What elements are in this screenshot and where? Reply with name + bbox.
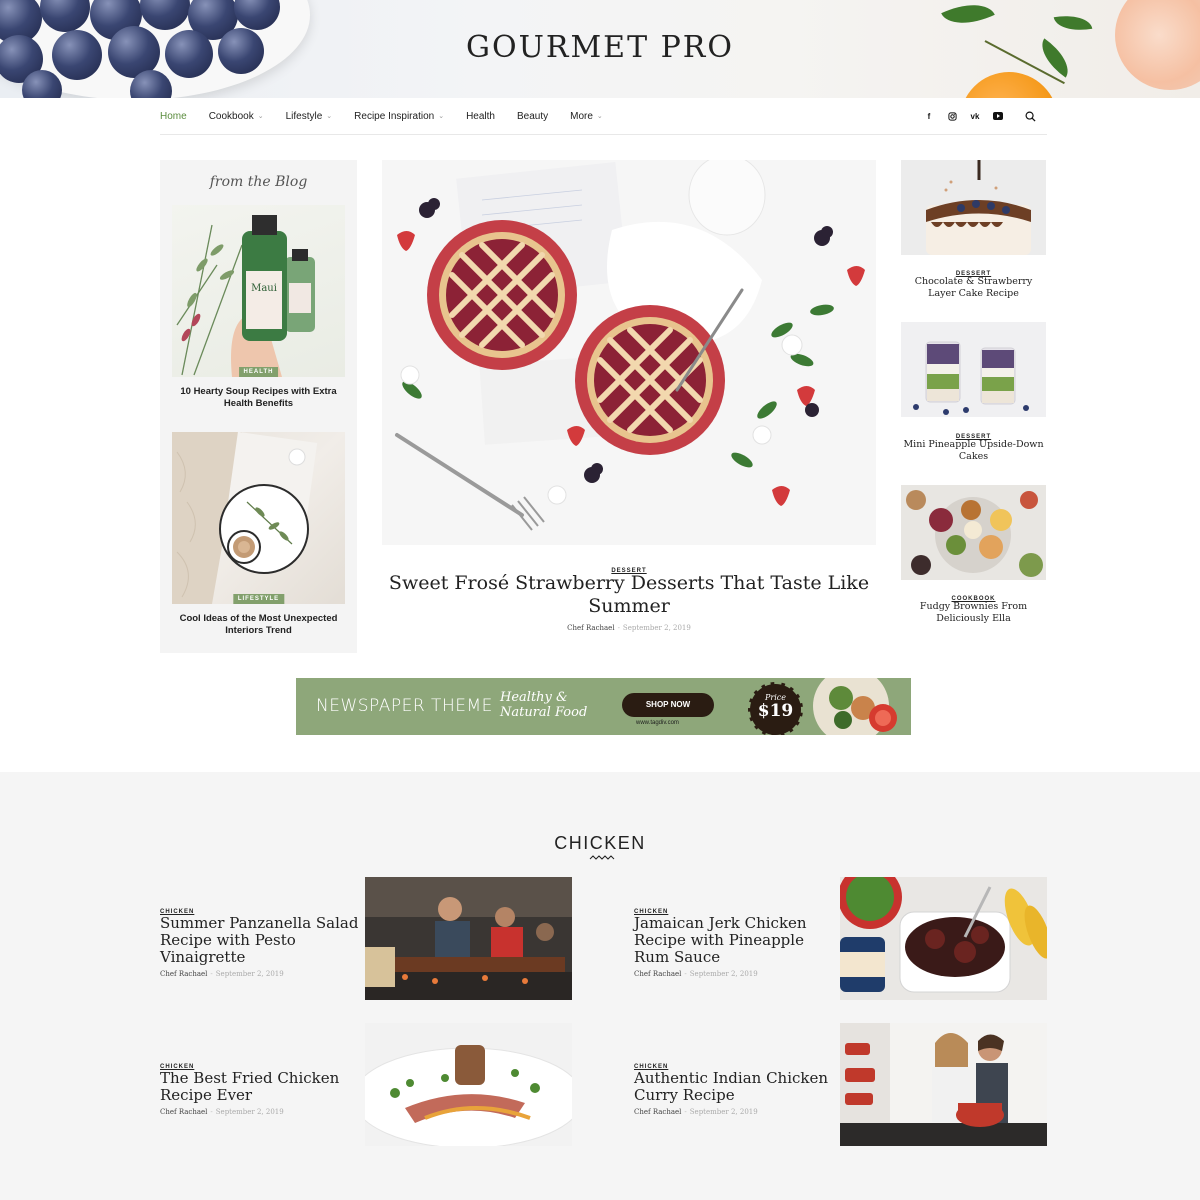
- nav-label: Beauty: [516, 110, 549, 122]
- banner-brand: NEWSPAPER THEME: [316, 696, 493, 716]
- price-value: $19: [757, 701, 794, 721]
- nav-item-health[interactable]: Health: [466, 111, 495, 122]
- sidebar-post-title[interactable]: Fudgy Brownies From Deliciously Ella: [901, 601, 1046, 625]
- banner-tagline: Healthy & Natural Food: [500, 690, 588, 720]
- meta-separator: -: [684, 971, 687, 978]
- post-image[interactable]: [840, 877, 1047, 1000]
- meta-separator: -: [684, 1109, 687, 1116]
- featured-post-image[interactable]: [382, 160, 876, 545]
- chevron-down-icon: ⌄: [438, 113, 445, 120]
- author-name[interactable]: Chef Rachael: [634, 1108, 681, 1116]
- sidebar-post-image[interactable]: [901, 485, 1046, 580]
- nav-item-recipe-inspiration[interactable]: Recipe Inspiration ⌄: [354, 111, 444, 122]
- author-name[interactable]: Chef Rachael: [567, 624, 614, 632]
- post-image[interactable]: [365, 877, 572, 1000]
- nav-label: Health: [466, 110, 495, 122]
- site-title[interactable]: GOURMET PRO: [0, 30, 1200, 65]
- blog-post-image[interactable]: LIFESTYLE: [172, 432, 345, 604]
- youtube-icon[interactable]: [991, 109, 1005, 123]
- nav-item-home[interactable]: Home: [160, 111, 187, 122]
- blog-post-title[interactable]: Cool Ideas of the Most Unexpected Interi…: [172, 613, 345, 637]
- post-title[interactable]: Summer Panzanella Salad Recipe with Pest…: [160, 915, 360, 966]
- sidebar-post-image[interactable]: [901, 322, 1046, 417]
- post-title[interactable]: The Best Fried Chicken Recipe Ever: [160, 1070, 360, 1104]
- nav-item-lifestyle[interactable]: Lifestyle ⌄: [286, 111, 333, 122]
- orange-image: [960, 72, 1058, 98]
- nav-label: More: [570, 110, 593, 122]
- post-image[interactable]: [365, 1023, 572, 1146]
- sidebar-post-title[interactable]: Mini Pineapple Upside-Down Cakes: [901, 439, 1046, 463]
- chicken-section: CHICKEN CHICKEN Summer Panzanella Salad …: [0, 772, 1200, 1200]
- post-meta: Chef Rachael - September 2, 2019: [160, 1108, 284, 1116]
- author-name[interactable]: Chef Rachael: [160, 970, 207, 978]
- squiggle-divider-icon: [589, 855, 615, 860]
- vk-icon[interactable]: vk: [968, 109, 982, 123]
- nav-label: Lifestyle: [285, 110, 323, 122]
- meta-separator: -: [210, 1109, 213, 1116]
- nav-label: Home: [160, 110, 187, 122]
- post-meta: Chef Rachael - September 2, 2019: [634, 1108, 758, 1116]
- shop-now-button[interactable]: SHOP NOW: [622, 693, 714, 717]
- post-meta: Chef Rachael - September 2, 2019: [160, 970, 284, 978]
- nav-item-beauty[interactable]: Beauty: [517, 111, 548, 122]
- nav-item-cookbook[interactable]: Cookbook ⌄: [209, 111, 264, 122]
- bottle-brand-label: Maui: [251, 283, 277, 294]
- post-date: September 2, 2019: [215, 1108, 284, 1116]
- banner-url: www.tagdiv.com: [636, 720, 679, 726]
- advertisement-banner[interactable]: NEWSPAPER THEME Healthy & Natural Food S…: [296, 678, 911, 735]
- sidebar-post-title[interactable]: Chocolate & Strawberry Layer Cake Recipe: [901, 276, 1046, 300]
- site-header: GOURMET PRO: [0, 0, 1200, 98]
- social-links: f vk: [913, 98, 1037, 134]
- featured-post-title[interactable]: Sweet Frosé Strawberry Desserts That Tas…: [382, 572, 876, 618]
- post-date: September 2, 2019: [215, 970, 284, 978]
- food-bowl-image: [813, 678, 897, 735]
- search-icon[interactable]: [1023, 109, 1037, 123]
- post-title[interactable]: Authentic Indian Chicken Curry Recipe: [634, 1070, 834, 1104]
- main-navigation: Home Cookbook ⌄ Lifestyle ⌄ Recipe Inspira…: [160, 98, 1047, 135]
- post-title[interactable]: Jamaican Jerk Chicken Recipe with Pineap…: [634, 915, 834, 966]
- chevron-down-icon: ⌄: [596, 113, 603, 120]
- section-title[interactable]: CHICKEN: [0, 833, 1200, 854]
- nav-label: Recipe Inspiration: [354, 110, 435, 122]
- chevron-down-icon: ⌄: [326, 113, 333, 120]
- nav-label: Cookbook: [208, 110, 254, 122]
- category-tag[interactable]: LIFESTYLE: [232, 594, 285, 604]
- author-name[interactable]: Chef Rachael: [160, 1108, 207, 1116]
- price-badge: Price $19: [748, 682, 803, 735]
- facebook-icon[interactable]: f: [922, 109, 936, 123]
- meta-separator: -: [617, 625, 620, 632]
- author-name[interactable]: Chef Rachael: [634, 970, 681, 978]
- post-date: September 2, 2019: [689, 970, 758, 978]
- meta-separator: -: [210, 971, 213, 978]
- blog-heading: from the Blog: [209, 174, 308, 190]
- from-the-blog-box: from the Blog Maui HEALTH 10 Hearty Soup…: [160, 160, 357, 653]
- post-date: September 2, 2019: [622, 624, 691, 632]
- post-meta: Chef Rachael - September 2, 2019: [634, 970, 758, 978]
- chevron-down-icon: ⌄: [257, 113, 264, 120]
- instagram-icon[interactable]: [945, 109, 959, 123]
- blog-post-title[interactable]: 10 Hearty Soup Recipes with Extra Health…: [172, 386, 345, 410]
- nav-item-more[interactable]: More ⌄: [570, 111, 603, 122]
- sidebar-post-image[interactable]: [901, 160, 1046, 255]
- blog-post-image[interactable]: Maui HEALTH: [172, 205, 345, 377]
- post-date: September 2, 2019: [689, 1108, 758, 1116]
- featured-post-meta: Chef Rachael - September 2, 2019: [382, 624, 876, 632]
- category-tag[interactable]: HEALTH: [238, 367, 279, 377]
- post-image[interactable]: [840, 1023, 1047, 1146]
